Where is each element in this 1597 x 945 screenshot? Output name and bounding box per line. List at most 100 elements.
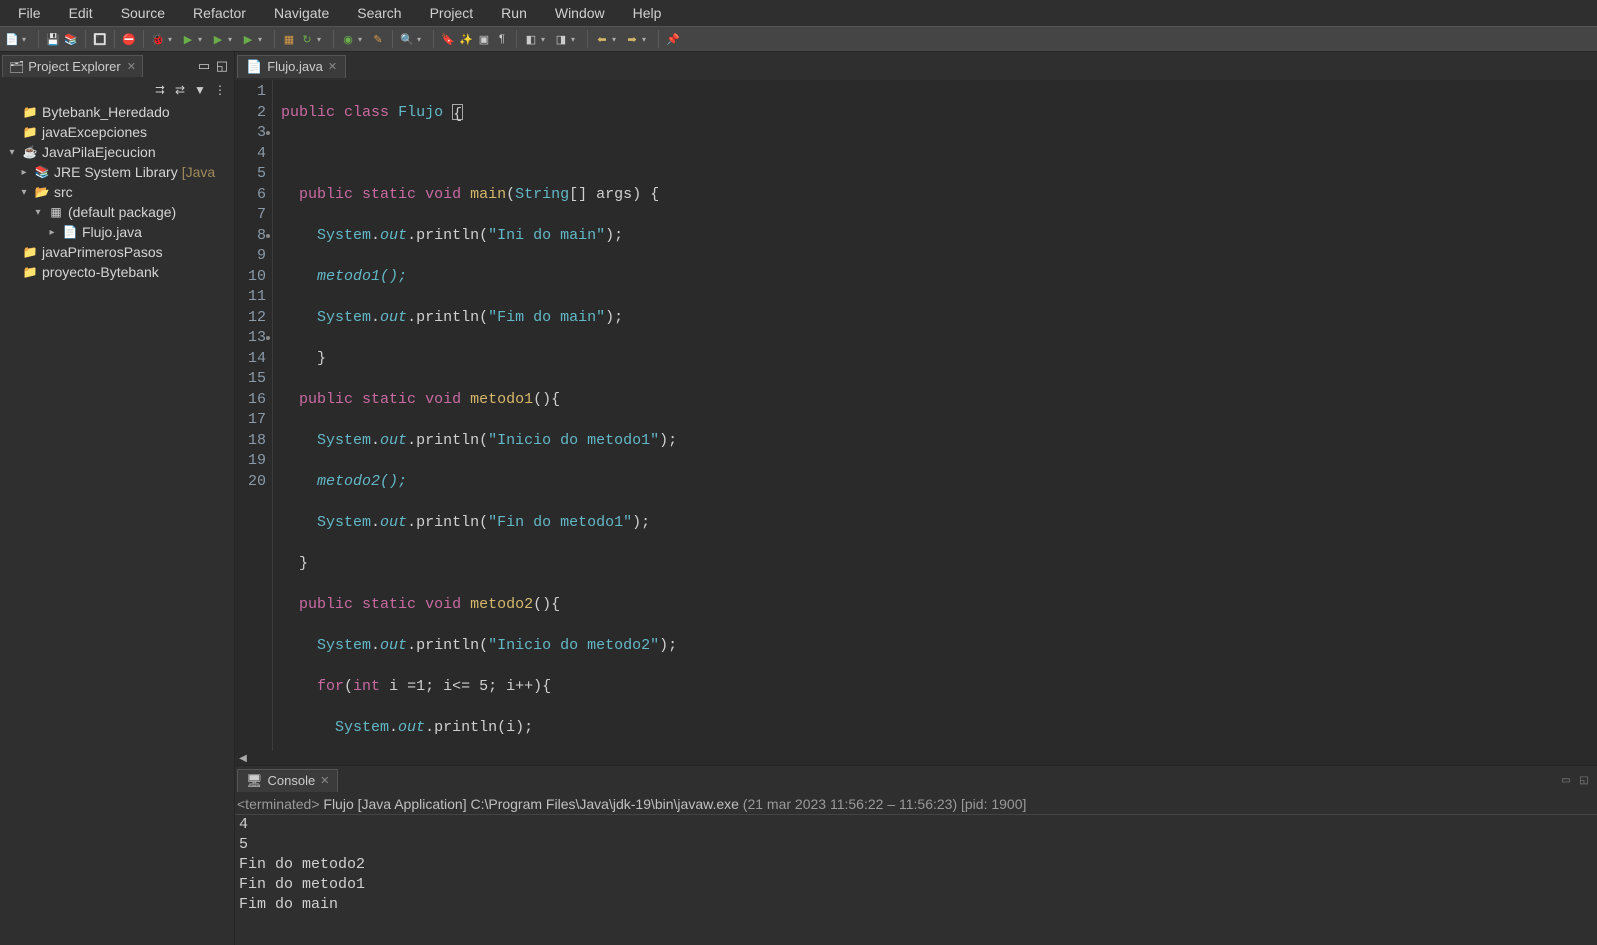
- project-tree[interactable]: 📁 Bytebank_Heredado 📁 javaExcepciones ▾ …: [0, 100, 234, 284]
- code-content[interactable]: public class Flujo { public static void …: [273, 80, 685, 751]
- library-item[interactable]: ▸ 📚 JRE System Library [Java: [4, 162, 230, 182]
- menu-search[interactable]: Search: [343, 2, 415, 24]
- editor-tab-flujo[interactable]: 📄 Flujo.java ✕: [237, 55, 346, 78]
- console-output[interactable]: 4 5 Fin do metodo2 Fin do metodo1 Fim do…: [235, 815, 1597, 945]
- project-item[interactable]: 📁 javaPrimerosPasos: [4, 242, 230, 262]
- chevron-right-icon[interactable]: ▸: [18, 167, 30, 178]
- project-explorer: 🗂 Project Explorer ✕ ▭ ◱ ⮆ ⇄ ▼ ⋮ 📁 Byteb…: [0, 52, 235, 945]
- refresh-icon[interactable]: ↻: [299, 31, 315, 47]
- project-icon: 📁: [22, 105, 38, 119]
- folder-icon: 🗂: [9, 60, 24, 74]
- pin-icon[interactable]: 📌: [665, 31, 681, 47]
- menu-navigate[interactable]: Navigate: [260, 2, 343, 24]
- line-gutter: 1 2 3 4 5 6 7 8 9 10 11 12 13 14 15 16 1: [235, 80, 273, 751]
- dropdown-icon[interactable]: ▾: [642, 35, 650, 44]
- project-item[interactable]: 📁 proyecto-Bytebank: [4, 262, 230, 282]
- horizontal-scrollbar[interactable]: ◀: [235, 751, 1597, 765]
- view-menu-icon[interactable]: ⋮: [212, 82, 228, 98]
- new-class-icon[interactable]: ✎: [370, 31, 386, 47]
- maximize-icon[interactable]: ◱: [1577, 773, 1591, 787]
- minimize-icon[interactable]: ▭: [1559, 773, 1573, 787]
- tree-label: Bytebank_Heredado: [42, 104, 170, 120]
- java-file[interactable]: ▸ 📄 Flujo.java: [4, 222, 230, 242]
- dropdown-icon[interactable]: ▾: [258, 35, 266, 44]
- next-annotation-icon[interactable]: ◨: [553, 31, 569, 47]
- chevron-down-icon[interactable]: ▾: [18, 187, 30, 198]
- dropdown-icon[interactable]: ▾: [22, 35, 30, 44]
- menu-window[interactable]: Window: [541, 2, 619, 24]
- tree-label: proyecto-Bytebank: [42, 264, 159, 280]
- package-item[interactable]: ▾ ▦ (default package): [4, 202, 230, 222]
- collapse-all-icon[interactable]: ⮆: [152, 82, 168, 98]
- menu-source[interactable]: Source: [107, 2, 179, 24]
- tree-label: Flujo.java: [82, 224, 142, 240]
- toggle-mark-icon[interactable]: 🔖: [440, 31, 456, 47]
- editor-tab-label: Flujo.java: [267, 59, 323, 74]
- wand-icon[interactable]: ✨: [458, 31, 474, 47]
- project-icon: 📁: [22, 245, 38, 259]
- debug-icon[interactable]: 🐞: [150, 31, 166, 47]
- close-icon[interactable]: ✕: [127, 60, 136, 73]
- console-line: Fim do main: [239, 895, 1593, 915]
- dropdown-icon[interactable]: ▾: [417, 35, 425, 44]
- menu-run[interactable]: Run: [487, 2, 541, 24]
- close-icon[interactable]: ✕: [328, 60, 337, 73]
- tree-label: javaExcepciones: [42, 124, 147, 140]
- project-item[interactable]: 📁 Bytebank_Heredado: [4, 102, 230, 122]
- open-type-icon[interactable]: ◉: [340, 31, 356, 47]
- dropdown-icon[interactable]: ▾: [541, 35, 549, 44]
- new-icon[interactable]: 📄: [4, 31, 20, 47]
- skip-breakpoints-icon[interactable]: ⛔: [121, 31, 137, 47]
- back-icon[interactable]: ⬅: [594, 31, 610, 47]
- console-tab-label: Console: [268, 773, 316, 788]
- minimize-icon[interactable]: ▭: [196, 58, 212, 74]
- filter-icon[interactable]: ▼: [192, 82, 208, 98]
- chevron-down-icon[interactable]: ▾: [32, 207, 44, 218]
- project-icon: 📁: [22, 265, 38, 279]
- main-toolbar: 📄▾ 💾 📚 🔳 ⛔ 🐞▾ ▶▾ ▶▾ ▶▾ ▦ ↻▾ ◉▾ ✎ 🔍▾ 🔖 ✨ …: [0, 26, 1597, 52]
- new-package-icon[interactable]: ▦: [281, 31, 297, 47]
- run-icon[interactable]: ▶: [180, 31, 196, 47]
- dropdown-icon[interactable]: ▾: [571, 35, 579, 44]
- src-folder[interactable]: ▾ 📂 src: [4, 182, 230, 202]
- block-select-icon[interactable]: ▣: [476, 31, 492, 47]
- project-explorer-tab[interactable]: 🗂 Project Explorer ✕: [2, 55, 143, 77]
- dropdown-icon[interactable]: ▾: [317, 35, 325, 44]
- code-editor[interactable]: 1 2 3 4 5 6 7 8 9 10 11 12 13 14 15 16 1: [235, 80, 1597, 751]
- run-last-icon[interactable]: ▶: [240, 31, 256, 47]
- search-icon[interactable]: 🔍: [399, 31, 415, 47]
- tree-label: (default package): [68, 204, 176, 220]
- menu-file[interactable]: File: [4, 2, 55, 24]
- show-whitespace-icon[interactable]: ¶: [494, 31, 510, 47]
- java-file-icon: 📄: [62, 225, 78, 239]
- chevron-right-icon[interactable]: ▸: [46, 227, 58, 238]
- annotation-icon[interactable]: ◧: [523, 31, 539, 47]
- maximize-icon[interactable]: ◱: [214, 58, 230, 74]
- console-line: 4: [239, 815, 1593, 835]
- tree-label: JRE System Library: [54, 164, 178, 180]
- dropdown-icon[interactable]: ▾: [228, 35, 236, 44]
- chevron-down-icon[interactable]: ▾: [6, 147, 18, 158]
- dropdown-icon[interactable]: ▾: [612, 35, 620, 44]
- menu-edit[interactable]: Edit: [55, 2, 107, 24]
- java-project-icon: ☕: [22, 145, 38, 159]
- dropdown-icon[interactable]: ▾: [198, 35, 206, 44]
- forward-icon[interactable]: ➡: [624, 31, 640, 47]
- dropdown-icon[interactable]: ▾: [168, 35, 176, 44]
- console-tab[interactable]: 🖥 Console ✕: [237, 769, 338, 792]
- toggle-breadcrumb-icon[interactable]: 🔳: [92, 31, 108, 47]
- project-item[interactable]: 📁 javaExcepciones: [4, 122, 230, 142]
- scroll-left-icon[interactable]: ◀: [235, 753, 251, 764]
- menu-help[interactable]: Help: [619, 2, 676, 24]
- close-icon[interactable]: ✕: [320, 774, 329, 787]
- console-title: <terminated> Flujo [Java Application] C:…: [235, 794, 1597, 815]
- save-icon[interactable]: 💾: [45, 31, 61, 47]
- console-line: Fin do metodo2: [239, 855, 1593, 875]
- coverage-icon[interactable]: ▶: [210, 31, 226, 47]
- menu-project[interactable]: Project: [416, 2, 488, 24]
- link-editor-icon[interactable]: ⇄: [172, 82, 188, 98]
- save-all-icon[interactable]: 📚: [63, 31, 79, 47]
- menu-refactor[interactable]: Refactor: [179, 2, 260, 24]
- dropdown-icon[interactable]: ▾: [358, 35, 366, 44]
- project-item[interactable]: ▾ ☕ JavaPilaEjecucion: [4, 142, 230, 162]
